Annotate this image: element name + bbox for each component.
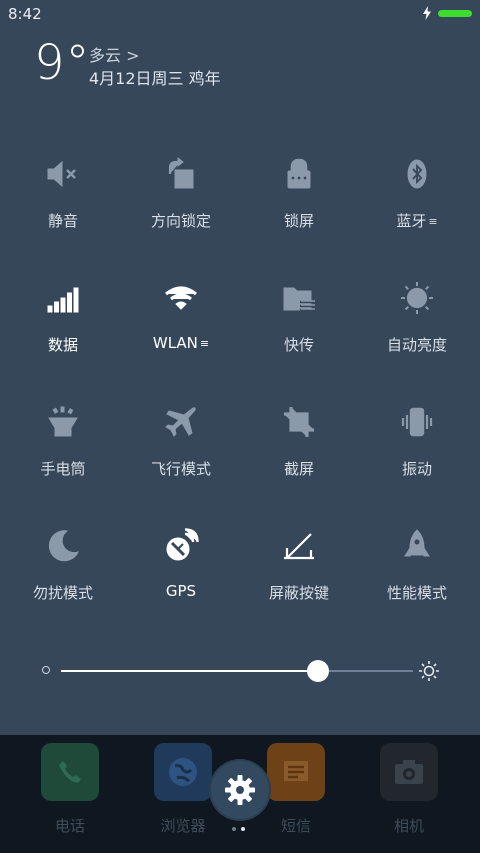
menu-icon: ≡ [428, 215, 438, 228]
vibrate-icon [401, 407, 433, 437]
dock-app-messages[interactable]: 短信 [267, 743, 325, 836]
phone-icon [59, 761, 81, 783]
moon-icon [48, 530, 79, 562]
weather-condition[interactable]: 多云 > [89, 42, 140, 66]
toggle-label: 性能模式 [386, 584, 447, 602]
dock-icon-tile [380, 743, 438, 801]
toggle-rotation-lock[interactable]: 方向锁定 [122, 146, 240, 270]
rocket-icon [404, 529, 430, 557]
toggle-label: 自动亮度 [386, 336, 447, 354]
page-dot [232, 827, 236, 831]
status-bar: 8:42 [0, 0, 480, 28]
status-icons [422, 6, 472, 20]
menu-icon: ≡ [199, 337, 210, 350]
toggle-flashlight[interactable]: 手电筒 [4, 394, 122, 518]
brightness-slider[interactable] [38, 658, 448, 684]
toggle-label: 截屏 [283, 460, 314, 478]
toggle-airplane[interactable]: 飞行模式 [122, 394, 240, 518]
temperature: 9° [34, 35, 91, 91]
gear-icon [225, 775, 255, 805]
page-indicator [232, 827, 245, 831]
brightness-high-icon [419, 661, 439, 681]
gps-icon [166, 528, 199, 561]
toggle-quick-transfer[interactable]: 快传 [240, 270, 358, 394]
toggle-label: 屏蔽按键 [268, 584, 329, 602]
dock-label: 电话 [54, 817, 85, 835]
toggle-gps[interactable]: GPS [122, 518, 240, 642]
block-keys-icon [284, 533, 314, 560]
toggle-screenshot[interactable]: 截屏 [240, 394, 358, 518]
toggle-label: GPS [165, 582, 197, 600]
dock-icon-tile [41, 743, 99, 801]
toggle-label: 飞行模式 [150, 460, 211, 478]
toggle-vibrate[interactable]: 振动 [358, 394, 476, 518]
auto-brightness-icon [401, 282, 433, 314]
dock-icon-tile [267, 743, 325, 801]
lock-icon [287, 158, 311, 189]
toggle-label: 手电筒 [40, 460, 86, 478]
charging-bolt-icon [423, 6, 431, 20]
battery-icon [438, 9, 472, 17]
toggle-label: 快传 [283, 336, 314, 354]
page-dot-active [241, 827, 245, 831]
brightness-thumb[interactable] [307, 660, 329, 682]
flashlight-icon [48, 406, 78, 437]
weather-date: 4月12日周三 鸡年 [89, 69, 221, 88]
toggle-label: 蓝牙 ≡ [396, 210, 437, 231]
rotation-lock-icon [168, 156, 194, 189]
dock-app-camera[interactable]: 相机 [380, 743, 438, 836]
dock-icon-tile [154, 743, 212, 801]
dock-app-phone[interactable]: 电话 [41, 743, 99, 836]
browser-icon [169, 758, 197, 786]
toggle-do-not-disturb[interactable]: 勿扰模式 [4, 518, 122, 642]
dock-label: 相机 [393, 817, 424, 835]
toggle-label: 勿扰模式 [32, 584, 93, 602]
brightness-low-icon [42, 666, 50, 674]
toggle-label-text: 蓝牙 [396, 212, 427, 230]
toggle-auto-brightness[interactable]: 自动亮度 [358, 270, 476, 394]
message-icon [284, 761, 308, 781]
toggle-block-keys[interactable]: 屏蔽按键 [240, 518, 358, 642]
mute-icon [47, 160, 76, 188]
toggle-label: 数据 [47, 336, 78, 354]
status-time: 8:42 [8, 5, 42, 23]
signal-icon [47, 287, 79, 313]
dock-label: 短信 [280, 817, 311, 835]
crop-icon [284, 407, 314, 437]
toggle-wlan[interactable]: WLAN ≡ [122, 270, 240, 394]
brightness-track[interactable] [61, 660, 413, 682]
brightness-fill [61, 670, 318, 672]
airplane-icon [165, 407, 196, 437]
toggle-label-text: WLAN [152, 334, 198, 352]
toggle-bluetooth[interactable]: 蓝牙 ≡ [358, 146, 476, 270]
toggle-performance[interactable]: 性能模式 [358, 518, 476, 642]
toggle-lock[interactable]: 锁屏 [240, 146, 358, 270]
toggle-data[interactable]: 数据 [4, 270, 122, 394]
toggle-label: 方向锁定 [150, 212, 211, 230]
toggle-label: 静音 [47, 212, 78, 230]
folder-transfer-icon [283, 287, 315, 312]
toggle-label: 锁屏 [283, 212, 314, 230]
toggle-label: WLAN ≡ [153, 334, 209, 352]
dock-app-browser[interactable]: 浏览器 [154, 743, 212, 836]
settings-button[interactable] [211, 761, 269, 819]
bluetooth-icon [407, 159, 427, 189]
dock-label: 浏览器 [160, 817, 206, 835]
wifi-icon [165, 286, 197, 310]
quick-settings-grid: 静音 方向锁定 锁屏 蓝牙 ≡ 数据 WLAN ≡ 快传 自动亮度 手电筒 飞行… [4, 146, 476, 642]
toggle-mute[interactable]: 静音 [4, 146, 122, 270]
camera-icon [395, 760, 423, 784]
toggle-label: 振动 [401, 460, 432, 478]
